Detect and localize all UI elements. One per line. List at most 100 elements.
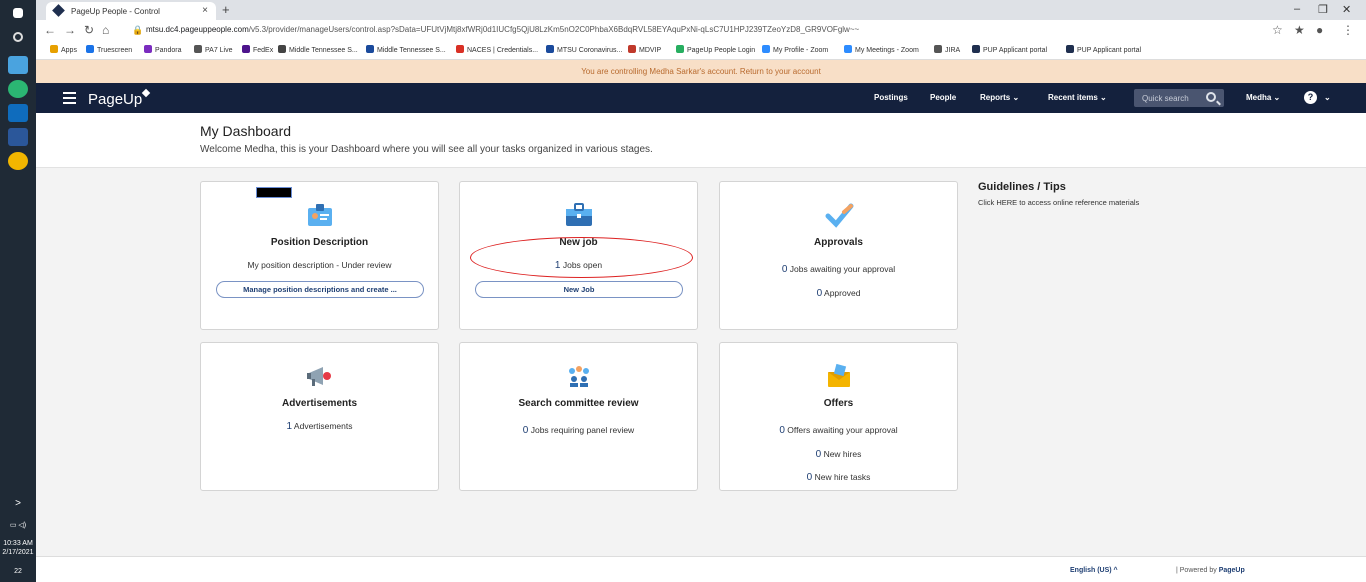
extensions-icon[interactable]: ★ bbox=[1294, 23, 1305, 37]
page-subtitle: Welcome Medha, this is your Dashboard wh… bbox=[200, 144, 653, 155]
pageup-favicon-icon bbox=[52, 4, 65, 17]
new-hires[interactable]: 0 New hires bbox=[720, 449, 957, 460]
lock-icon: 🔒 bbox=[132, 25, 144, 35]
guidelines-title: Guidelines / Tips bbox=[978, 181, 1066, 193]
nav-people[interactable]: People bbox=[930, 93, 956, 102]
bookmark-item[interactable]: Pandora bbox=[144, 45, 181, 54]
search-icon[interactable] bbox=[13, 32, 23, 42]
network-volume-icon[interactable]: ▭ ◁) bbox=[0, 522, 36, 530]
help-icon[interactable]: ? bbox=[1304, 91, 1317, 104]
app-icon[interactable] bbox=[8, 56, 28, 74]
search-icon[interactable] bbox=[1206, 92, 1216, 102]
new-hire-tasks[interactable]: 0 New hire tasks bbox=[720, 472, 957, 483]
bookmark-icon bbox=[456, 45, 464, 53]
apps-icon bbox=[50, 45, 58, 53]
home-icon[interactable]: ⌂ bbox=[102, 23, 109, 37]
zoom-icon bbox=[844, 45, 852, 53]
bookmark-item[interactable]: PUP Applicant portal bbox=[972, 45, 1047, 54]
url-field[interactable]: mtsu.dc4.pageuppeople.com/v5.3/provider/… bbox=[146, 25, 859, 34]
new-job-button[interactable]: New Job bbox=[475, 281, 683, 298]
powered-by-text: | Powered by PageUp bbox=[1176, 567, 1245, 574]
close-window-button[interactable]: ✕ bbox=[1342, 3, 1351, 16]
bookmark-icon bbox=[86, 45, 94, 53]
bookmark-item[interactable]: FedEx bbox=[242, 45, 273, 54]
tab-title: PageUp People - Control bbox=[71, 7, 160, 16]
offers-awaiting-approval[interactable]: 0 Offers awaiting your approval bbox=[720, 425, 957, 436]
bookmark-icon bbox=[1066, 45, 1074, 53]
bookmark-icon bbox=[278, 45, 286, 53]
new-tab-button[interactable]: + bbox=[222, 2, 230, 17]
language-selector[interactable]: English (US) ^ bbox=[1070, 567, 1118, 574]
back-icon[interactable]: ← bbox=[44, 23, 56, 37]
profile-icon[interactable]: ● bbox=[1316, 23, 1323, 37]
advertisements-link[interactable]: 1 Advertisements bbox=[201, 421, 438, 432]
star-icon[interactable]: ☆ bbox=[1272, 23, 1283, 37]
bookmark-icon bbox=[934, 45, 942, 53]
user-menu[interactable]: Medha ⌄ bbox=[1246, 93, 1280, 102]
forward-icon[interactable]: → bbox=[64, 23, 76, 37]
bookmark-icon bbox=[676, 45, 684, 53]
help-chevron-icon[interactable]: ⌄ bbox=[1324, 93, 1331, 102]
card-title: Position Description bbox=[270, 237, 369, 248]
hamburger-menu-icon[interactable] bbox=[63, 92, 76, 104]
bookmark-item[interactable]: My Profile - Zoom bbox=[762, 45, 828, 54]
bookmark-item[interactable]: MTSU Coronavirus... bbox=[546, 45, 622, 54]
bookmark-item[interactable]: Apps bbox=[50, 45, 77, 54]
envelope-icon bbox=[824, 363, 854, 389]
bookmark-item[interactable]: My Meetings - Zoom bbox=[844, 45, 919, 54]
card-title: Offers bbox=[823, 398, 854, 409]
id-card-icon bbox=[305, 202, 335, 228]
card-title: Approvals bbox=[814, 237, 863, 248]
bookmark-item[interactable]: NACES | Credentials... bbox=[456, 45, 538, 54]
pageup-logo[interactable]: PageUp bbox=[88, 88, 151, 108]
offers-card: Offers 0 Offers awaiting your approval 0… bbox=[719, 342, 958, 491]
bookmark-icon bbox=[144, 45, 152, 53]
bookmark-item[interactable]: PUP Applicant portal bbox=[1066, 45, 1141, 54]
bookmark-icon bbox=[366, 45, 374, 53]
checkmark-icon bbox=[824, 202, 854, 228]
bookmark-item[interactable]: JIRA bbox=[934, 45, 960, 54]
bookmark-item[interactable]: Middle Tennessee S... bbox=[278, 45, 358, 54]
bookmark-icon bbox=[628, 45, 636, 53]
approved-count[interactable]: 0 Approved bbox=[720, 288, 957, 299]
page-title: My Dashboard bbox=[200, 123, 292, 139]
tab-close-icon[interactable]: × bbox=[202, 5, 208, 16]
position-description-card: Position Description My position descrip… bbox=[200, 181, 439, 330]
menu-icon[interactable]: ⋮ bbox=[1342, 23, 1354, 37]
notification-count[interactable]: 22 bbox=[0, 568, 36, 576]
bookmark-item[interactable]: Middle Tennessee S... bbox=[366, 45, 446, 54]
redaction-box bbox=[256, 187, 292, 198]
nav-recent-items[interactable]: Recent items ⌄ bbox=[1048, 93, 1107, 102]
bookmark-item[interactable]: Truescreen bbox=[86, 45, 132, 54]
manage-position-descriptions-button[interactable]: Manage position descriptions and create … bbox=[216, 281, 424, 298]
maximize-button[interactable]: ❐ bbox=[1318, 3, 1328, 16]
card-status-text: My position description - Under review bbox=[247, 260, 392, 270]
jobs-awaiting-approval[interactable]: 0 Jobs awaiting your approval bbox=[720, 264, 957, 275]
card-title: Advertisements bbox=[281, 398, 358, 409]
clock-date[interactable]: 2/17/2021 bbox=[0, 549, 36, 557]
briefcase-icon bbox=[564, 202, 594, 228]
address-bar: ← → ↻ ⌂ 🔒 mtsu.dc4.pageuppeople.com/v5.3… bbox=[36, 20, 1366, 40]
expand-tray-icon[interactable]: > bbox=[0, 499, 36, 509]
bookmark-item[interactable]: PA7 Live bbox=[194, 45, 233, 54]
control-account-banner[interactable]: You are controlling Medha Sarkar's accou… bbox=[36, 60, 1366, 83]
nav-reports[interactable]: Reports ⌄ bbox=[980, 93, 1019, 102]
app-icon[interactable] bbox=[8, 80, 28, 98]
clock-time[interactable]: 10:33 AM bbox=[0, 540, 36, 548]
word-icon[interactable] bbox=[8, 128, 28, 146]
tab-bar: PageUp People - Control × + – ❐ ✕ bbox=[36, 0, 1366, 20]
minimize-button[interactable]: – bbox=[1294, 3, 1300, 15]
reference-materials-link[interactable]: Click HERE to access online reference ma… bbox=[978, 198, 1139, 207]
outlook-icon[interactable] bbox=[8, 104, 28, 122]
windows-start-icon[interactable] bbox=[13, 8, 23, 18]
nav-postings[interactable]: Postings bbox=[874, 93, 908, 102]
bookmark-item[interactable]: PageUp People Login bbox=[676, 45, 755, 54]
search-committee-card: Search committee review 0 Jobs requiring… bbox=[459, 342, 698, 491]
bookmark-item[interactable]: MDVIP bbox=[628, 45, 661, 54]
panel-review-link[interactable]: 0 Jobs requiring panel review bbox=[460, 425, 697, 436]
bookmark-icon bbox=[972, 45, 980, 53]
quick-search-input[interactable]: Quick search bbox=[1134, 89, 1224, 107]
chrome-icon[interactable] bbox=[8, 152, 28, 170]
browser-tab[interactable]: PageUp People - Control × bbox=[46, 2, 216, 20]
reload-icon[interactable]: ↻ bbox=[84, 23, 94, 37]
